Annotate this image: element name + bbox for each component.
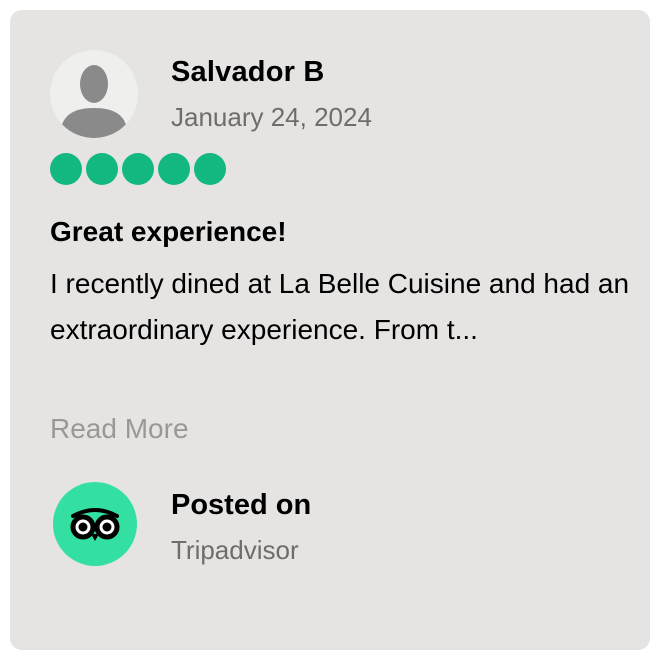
default-user-avatar-icon xyxy=(50,50,138,138)
source-name: Tripadvisor xyxy=(171,535,299,565)
posted-on-label: Posted on xyxy=(171,489,312,521)
star-rating xyxy=(50,153,226,186)
reviewer-name: Salvador B xyxy=(171,56,325,88)
review-text: I recently dined at La Belle Cuisine and… xyxy=(50,268,630,345)
rating-bubble-icon xyxy=(86,153,118,185)
tripadvisor-owl-icon xyxy=(53,482,137,566)
review-date: January 24, 2024 xyxy=(171,102,372,132)
review-card: Salvador B January 24, 2024 Great experi… xyxy=(10,10,650,650)
rating-bubble-icon xyxy=(50,153,82,185)
read-more-link[interactable]: Read More xyxy=(50,413,189,445)
rating-bubble-icon xyxy=(194,153,226,185)
rating-bubble-icon xyxy=(122,153,154,185)
rating-bubble-icon xyxy=(158,153,190,185)
review-title: Great experience! xyxy=(50,216,287,247)
